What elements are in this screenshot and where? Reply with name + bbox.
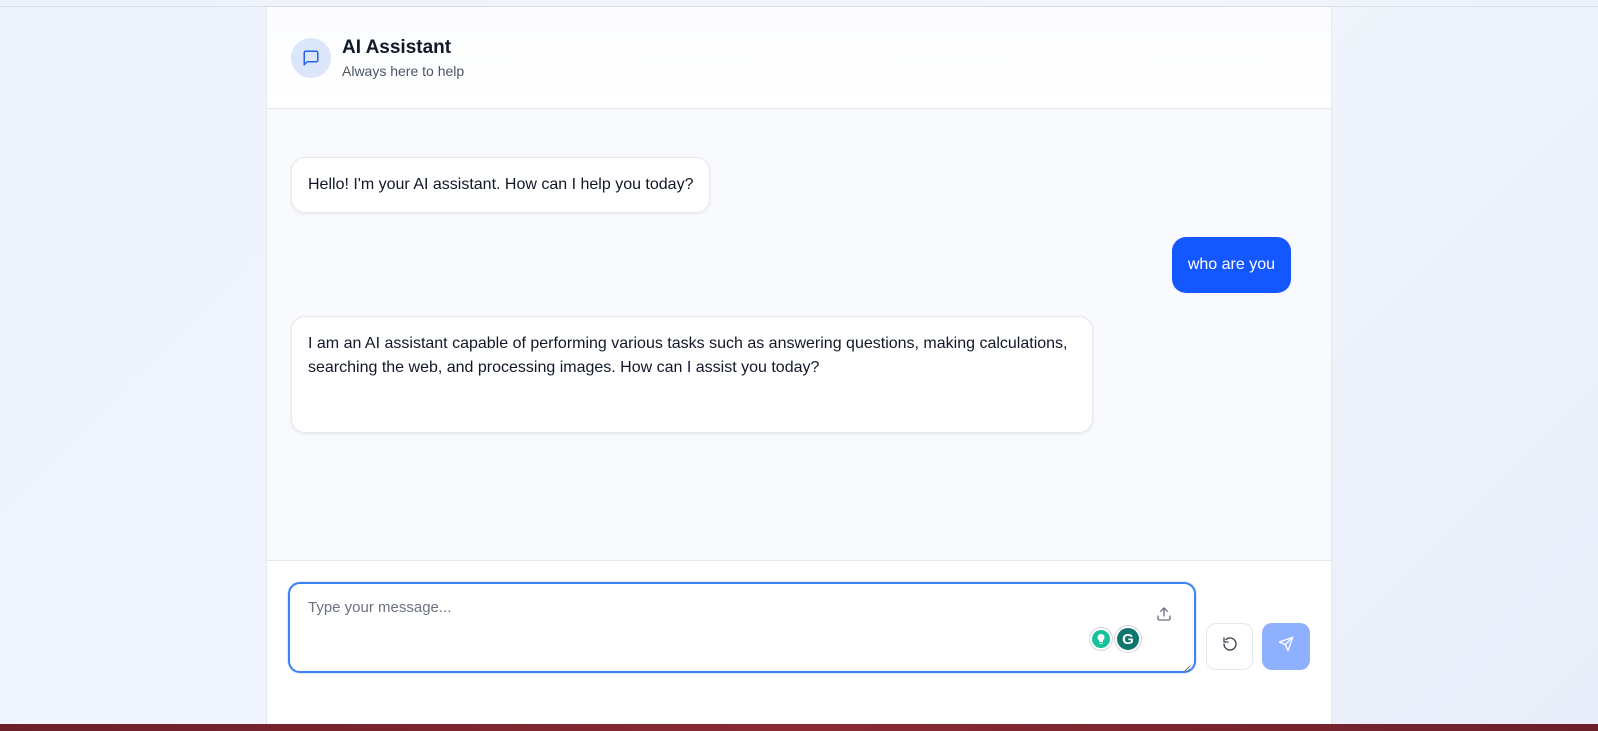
chat-app: AI Assistant Always here to help Hello! …	[266, 7, 1332, 724]
chat-header: AI Assistant Always here to help	[267, 7, 1331, 109]
refresh-icon	[1222, 636, 1238, 657]
lightbulb-icon[interactable]	[1090, 628, 1112, 650]
upload-icon[interactable]	[1154, 604, 1174, 624]
desktop-background-strip	[0, 724, 1598, 731]
header-text: AI Assistant Always here to help	[342, 37, 464, 79]
composer: G	[267, 561, 1331, 724]
user-message: who are you	[1171, 237, 1291, 293]
assistant-message: Hello! I'm your AI assistant. How can I …	[291, 157, 711, 213]
assistant-message: I am an AI assistant capable of performi…	[291, 316, 1093, 433]
message-list: Hello! I'm your AI assistant. How can I …	[267, 109, 1331, 561]
message-input-container: G	[288, 582, 1196, 673]
chat-bubble-icon	[291, 37, 331, 78]
resize-handle-icon[interactable]	[1183, 660, 1191, 673]
send-button[interactable]	[1262, 623, 1310, 670]
send-icon	[1278, 636, 1294, 657]
reset-chat-button[interactable]	[1206, 623, 1253, 670]
grammar-logo-icon[interactable]: G	[1115, 626, 1141, 652]
message-input[interactable]	[290, 584, 1194, 671]
grammar-assistant-widget[interactable]: G	[1090, 626, 1141, 652]
page-title: AI Assistant	[342, 36, 452, 58]
page-subtitle: Always here to help	[342, 62, 465, 79]
